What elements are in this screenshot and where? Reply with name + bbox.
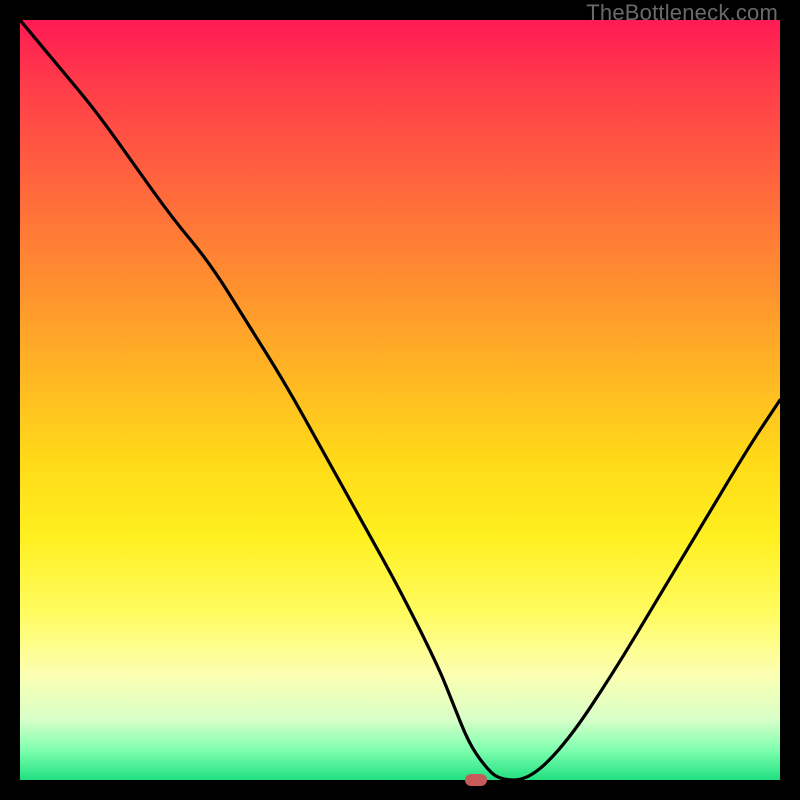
- bottleneck-curve: [20, 20, 780, 780]
- optimal-marker: [465, 774, 487, 786]
- chart-frame: TheBottleneck.com: [0, 0, 800, 800]
- watermark-text: TheBottleneck.com: [586, 0, 778, 26]
- plot-area: [20, 20, 780, 780]
